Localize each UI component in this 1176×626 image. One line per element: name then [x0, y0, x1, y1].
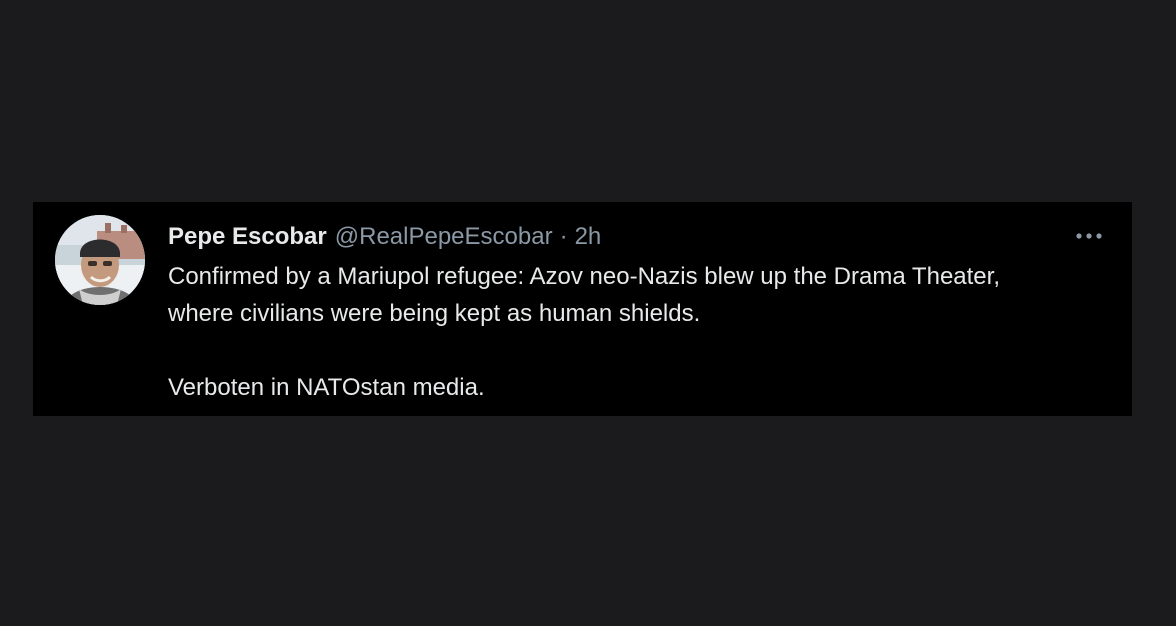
tweet-card[interactable]: Pepe Escobar @RealPepeEscobar · 2h Confi… — [33, 202, 1132, 416]
more-options-button[interactable] — [1074, 224, 1104, 248]
tweet-paragraph: Verboten in NATOstan media. — [168, 374, 485, 401]
avatar[interactable] — [55, 215, 145, 305]
tweet-timestamp[interactable]: 2h — [575, 222, 602, 252]
tweet-paragraph: Confirmed by a Mariupol refugee: Azov ne… — [168, 263, 1000, 327]
tweet-text: Confirmed by a Mariupol refugee: Azov ne… — [168, 258, 1068, 406]
author-name[interactable]: Pepe Escobar — [168, 222, 327, 252]
author-handle[interactable]: @RealPepeEscobar — [335, 222, 553, 252]
more-horizontal-icon — [1076, 233, 1102, 239]
avatar-photo — [55, 215, 145, 305]
header-separator: · — [559, 223, 568, 250]
tweet-header: Pepe Escobar @RealPepeEscobar · 2h — [168, 222, 601, 252]
